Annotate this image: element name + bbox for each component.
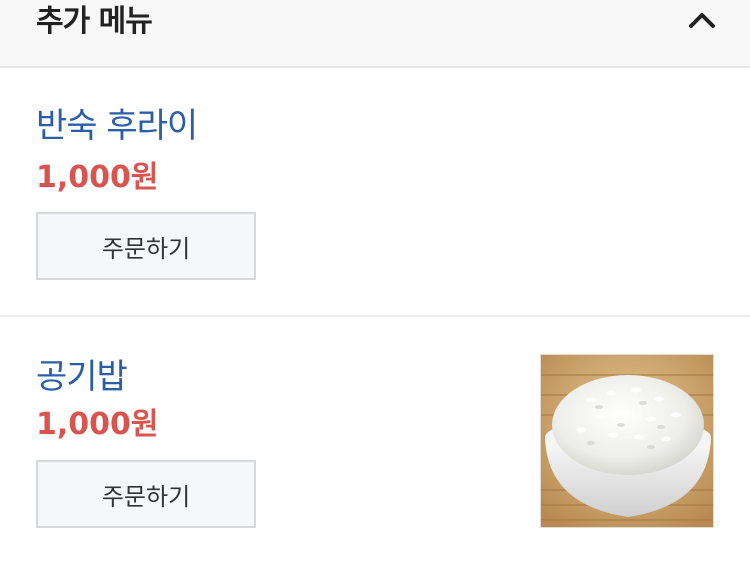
collapse-button[interactable] [682, 0, 722, 40]
item-name[interactable]: 반숙 후라이 [36, 98, 198, 147]
item-name[interactable]: 공기밥 [36, 349, 128, 398]
section-header[interactable]: 추가 메뉴 [0, 0, 750, 68]
rice-bowl-photo [541, 355, 713, 527]
item-price: 1,000원 [36, 407, 159, 442]
rice-bowl-thumbnail[interactable] [540, 354, 714, 528]
item-price: 1,000원 [36, 160, 159, 195]
chevron-up-icon [689, 13, 715, 28]
order-button[interactable]: 주문하기 [36, 460, 256, 528]
order-button[interactable]: 주문하기 [36, 212, 256, 280]
menu-item: 반숙 후라이 1,000원 주문하기 [0, 70, 750, 317]
section-title: 추가 메뉴 [36, 4, 153, 39]
menu-item: 공기밥 1,000원 주문하기 [0, 319, 750, 562]
